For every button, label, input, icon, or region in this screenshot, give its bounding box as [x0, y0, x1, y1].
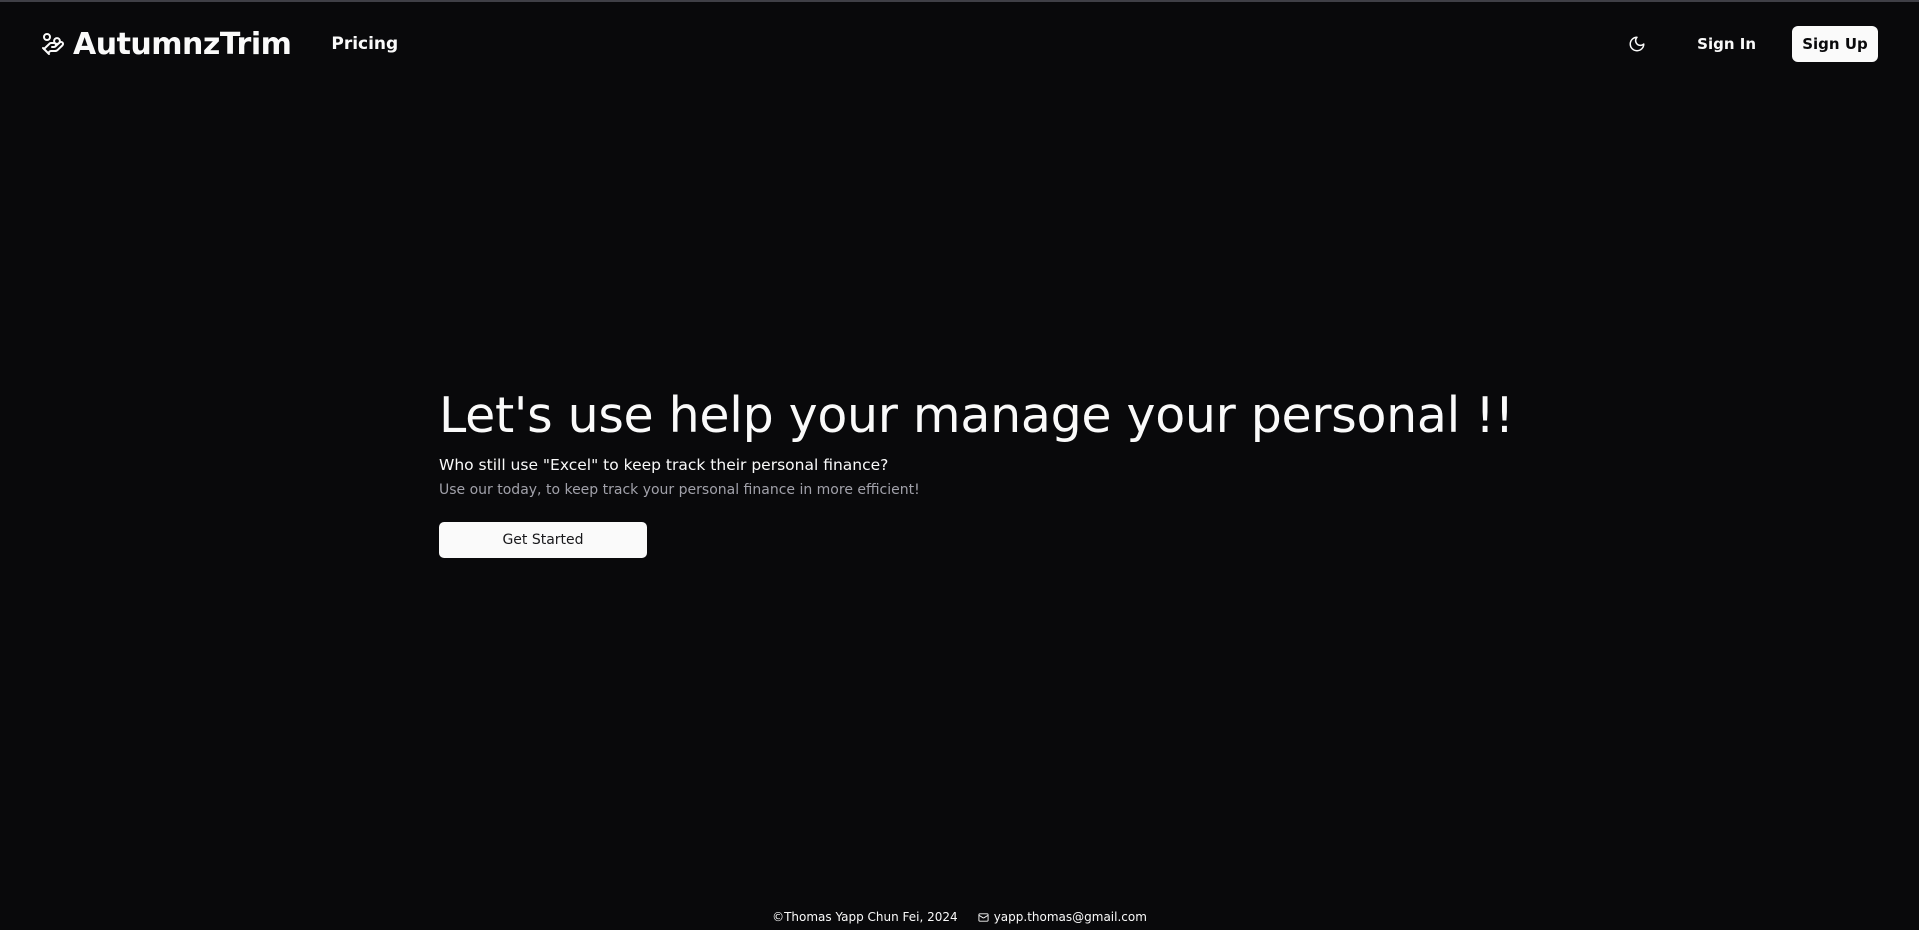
hero-subtitle: Who still use "Excel" to keep track thei… [439, 456, 889, 474]
footer-email-text: yapp.thomas@gmail.com [993, 910, 1147, 924]
nav-link-pricing[interactable]: Pricing [331, 34, 398, 54]
mail-icon [978, 912, 989, 923]
footer: ©Thomas Yapp Chun Fei, 2024 yapp.thomas@… [0, 910, 1919, 924]
hero-description: Use our today, to keep track your person… [439, 482, 920, 498]
get-started-button[interactable]: Get Started [439, 522, 647, 558]
brand-name: AutumnzTrim [73, 26, 292, 62]
header-actions: Sign In Sign Up [1619, 26, 1878, 62]
hand-coins-icon [41, 32, 65, 56]
footer-copyright: ©Thomas Yapp Chun Fei, 2024 [772, 910, 958, 924]
page: AutumnzTrim Pricing Sign In Sign Up Let'… [0, 0, 1919, 930]
hero-section: Let's use help your manage your personal… [439, 386, 1514, 558]
brand-link[interactable]: AutumnzTrim [41, 26, 292, 62]
moon-icon [1628, 35, 1646, 53]
sign-in-button[interactable]: Sign In [1679, 26, 1774, 62]
hero-title: Let's use help your manage your personal… [439, 387, 1514, 444]
sign-up-button[interactable]: Sign Up [1792, 26, 1878, 62]
footer-email-link[interactable]: yapp.thomas@gmail.com [978, 910, 1147, 924]
top-navbar: AutumnzTrim Pricing Sign In Sign Up [0, 2, 1919, 86]
theme-toggle-button[interactable] [1619, 26, 1655, 62]
